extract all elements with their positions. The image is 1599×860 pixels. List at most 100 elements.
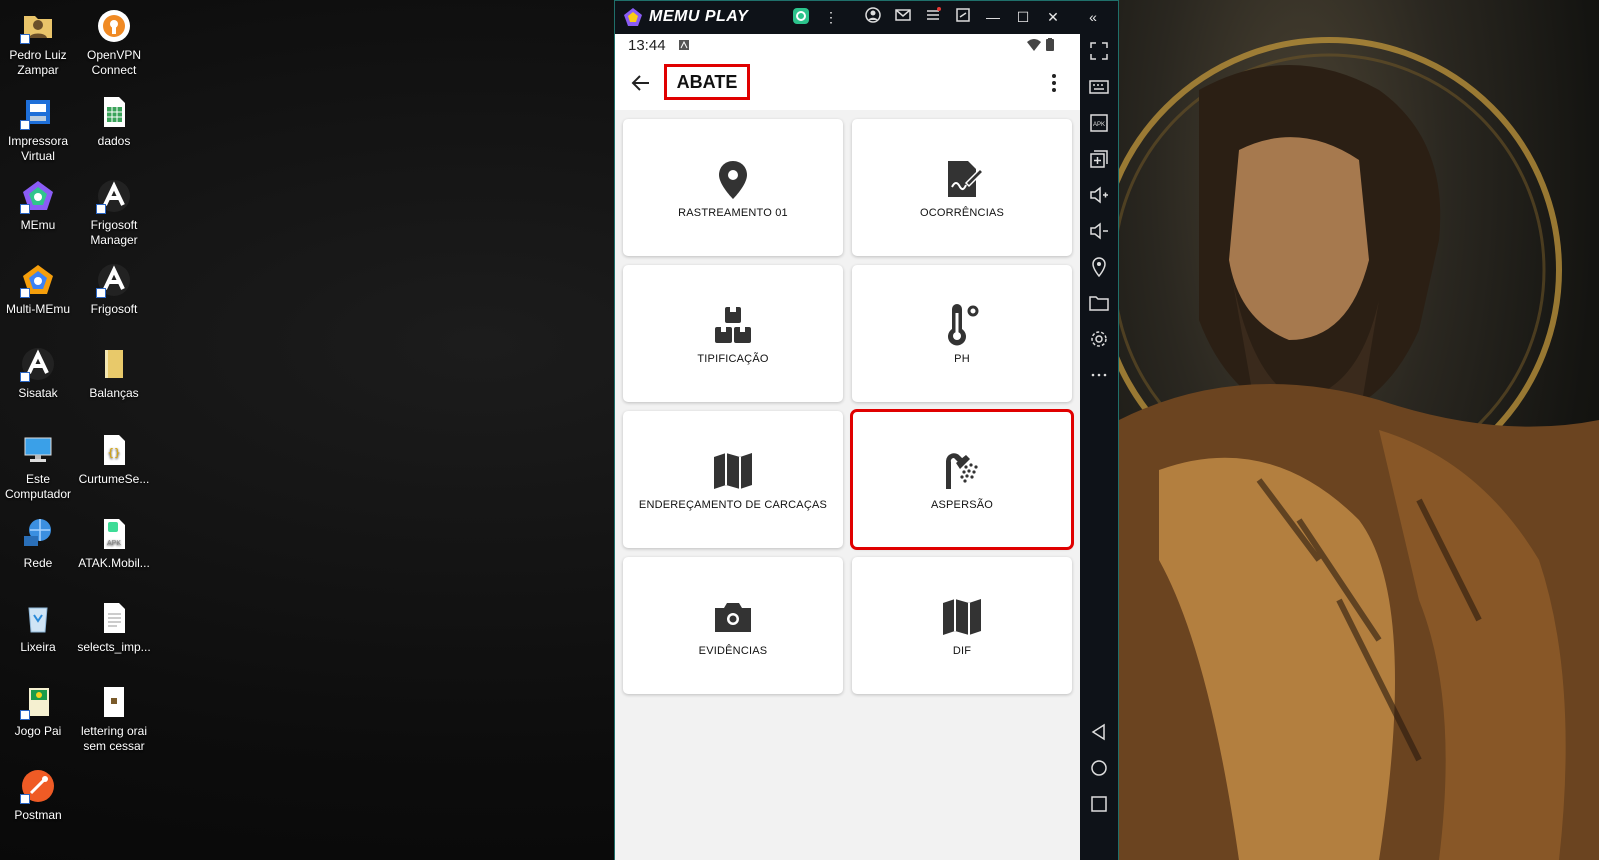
apk-install-icon[interactable]: APK (1089, 113, 1109, 133)
tile-label: ASPERSÃO (930, 498, 994, 511)
desktop-icon-label: lettering orai sem cessar (80, 724, 148, 753)
desktop-icon-lettering[interactable]: lettering orai sem cessar (76, 684, 152, 754)
tile-ocorrencias[interactable]: OCORRÊNCIAS (852, 119, 1072, 256)
document-edit-icon (948, 160, 984, 197)
close-icon[interactable]: ✕ (1043, 7, 1063, 27)
page-title: ABATE (664, 64, 750, 100)
folder-icon (96, 346, 132, 382)
desktop-icon-postman[interactable]: Postman (0, 768, 76, 823)
boxes-icon (715, 306, 751, 343)
apk-file-icon: APK (96, 516, 132, 552)
desktop-icon-label: Multi-MEmu (5, 302, 70, 316)
nav-back-icon[interactable] (1089, 722, 1109, 742)
network-icon (20, 516, 56, 552)
game-center-icon[interactable] (791, 7, 811, 27)
mail-icon[interactable] (893, 7, 913, 27)
desktop-icon-curtumese[interactable]: {} CurtumeSe... (76, 432, 152, 487)
desktop-icon-label: Sisatak (18, 386, 58, 400)
tile-enderecamento-de-carcacas[interactable]: ENDEREÇAMENTO DE CARCAÇAS (623, 411, 843, 548)
desktop-icon-label: Frigosoft Manager (90, 218, 138, 247)
computer-icon (20, 432, 56, 468)
screen-record-icon[interactable] (953, 7, 973, 27)
overflow-menu-icon[interactable] (1042, 71, 1066, 95)
collapse-sidebar-icon[interactable]: « (1083, 7, 1103, 27)
desktop-icon-lixeira[interactable]: Lixeira (0, 600, 76, 655)
desktop-icon-impressora-virtual[interactable]: Impressora Virtual (0, 94, 76, 164)
android-screen: 13:44 ABATE RASTREAMENTO 01 OCORRÊNCIAS … (615, 34, 1080, 860)
tile-ph[interactable]: PH (852, 265, 1072, 402)
desktop-icon-dados[interactable]: dados (76, 94, 152, 149)
desktop-icon-pedro-luiz-zampar[interactable]: Pedro Luiz Zampar (0, 8, 76, 78)
back-arrow-icon[interactable] (629, 71, 653, 95)
keyboard-icon[interactable] (1089, 77, 1109, 97)
maximize-icon[interactable]: ☐ (1013, 7, 1033, 27)
desktop-icon-label: MEmu (20, 218, 56, 232)
minimize-icon[interactable]: — (983, 7, 1003, 27)
nav-home-icon[interactable] (1089, 758, 1109, 778)
gear-icon[interactable] (1089, 329, 1109, 349)
postman-icon (20, 768, 56, 804)
notification-icon (679, 40, 689, 50)
tile-label: DIF (952, 644, 972, 657)
shower-icon (946, 452, 978, 489)
text-file-icon (96, 600, 132, 636)
desktop-icon-openvpn[interactable]: OpenVPN Connect (76, 8, 152, 78)
memu-icon (20, 178, 56, 214)
volume-down-icon[interactable] (1089, 221, 1109, 241)
memu-logo: MEMU PLAY (623, 7, 748, 27)
menu-grid: RASTREAMENTO 01 OCORRÊNCIAS TIPIFICAÇÃO … (623, 119, 1074, 694)
camera-icon (715, 602, 751, 632)
desktop-icon-label: CurtumeSe... (78, 472, 150, 486)
tile-aspersao[interactable]: ASPERSÃO (850, 409, 1074, 550)
desktop-icon-label: Frigosoft (90, 302, 138, 316)
tile-evidencias[interactable]: EVIDÊNCIAS (623, 557, 843, 694)
desktop-icon-label: ATAK.Mobil... (78, 556, 150, 570)
folder-icon[interactable] (1089, 293, 1109, 313)
svg-text:{}: {} (107, 446, 120, 459)
settings-menu-icon[interactable] (923, 7, 943, 27)
tile-rastreamento-01[interactable]: RASTREAMENTO 01 (623, 119, 843, 256)
game-icon (20, 684, 56, 720)
desktop-icon-balancas[interactable]: Balanças (76, 346, 152, 401)
desktop-icon-sisatak[interactable]: Sisatak (0, 346, 76, 401)
recycle-bin-icon (20, 600, 56, 636)
volume-up-icon[interactable] (1089, 185, 1109, 205)
more-options-icon[interactable] (1089, 365, 1109, 385)
brand-name: MEMU PLAY (649, 8, 749, 25)
desktop-icon-label: Jogo Pai (14, 724, 62, 738)
user-folder-icon (20, 8, 56, 44)
frigosoft-icon (96, 178, 132, 214)
desktop-icon-label: Balanças (89, 386, 139, 400)
multi-window-icon[interactable] (1089, 149, 1109, 169)
desktop-icon-selects-imp[interactable]: selects_imp... (76, 600, 152, 655)
location-icon[interactable] (1089, 257, 1109, 277)
tile-tipificacao[interactable]: TIPIFICAÇÃO (623, 265, 843, 402)
app-bar: ABATE (615, 58, 1080, 110)
tile-label: PH (954, 352, 970, 365)
desktop-icon-frigosoft-manager[interactable]: Frigosoft Manager (76, 178, 152, 248)
desktop-icon-label: selects_imp... (77, 640, 151, 654)
account-icon[interactable] (863, 7, 883, 27)
desktop-icon-multi-memu[interactable]: Multi-MEmu (0, 262, 76, 317)
map-icon (943, 598, 981, 635)
desktop-icon-label: Rede (23, 556, 53, 570)
desktop-icon-rede[interactable]: Rede (0, 516, 76, 571)
desktop-icon-frigosoft[interactable]: Frigosoft (76, 262, 152, 317)
status-bar: 13:44 (615, 34, 1080, 58)
desktop-icon-memu[interactable]: MEmu (0, 178, 76, 233)
menu-dots-icon[interactable]: ⋮ (821, 7, 841, 27)
fullscreen-icon[interactable] (1089, 41, 1109, 61)
memu-emulator-window: MEMU PLAY ⋮ — ☐ ✕ « 13:44 ABATE RASTREAM… (614, 0, 1119, 860)
svg-text:APK: APK (1093, 122, 1105, 128)
nav-recents-icon[interactable] (1089, 794, 1109, 814)
wallpaper-painting (1119, 37, 1599, 860)
location-pin-icon (719, 160, 747, 199)
svg-text:APK: APK (107, 540, 121, 547)
desktop-icon-atak-mobil[interactable]: APK ATAK.Mobil... (76, 516, 152, 571)
json-file-icon: {} (96, 432, 132, 468)
emulator-sidebar: APK (1080, 34, 1118, 860)
desktop-icon-jogo-pai[interactable]: Jogo Pai (0, 684, 76, 739)
desktop-icon-este-computador[interactable]: Este Computador (0, 432, 76, 502)
frigosoft-icon (96, 262, 132, 298)
tile-dif[interactable]: DIF (852, 557, 1072, 694)
